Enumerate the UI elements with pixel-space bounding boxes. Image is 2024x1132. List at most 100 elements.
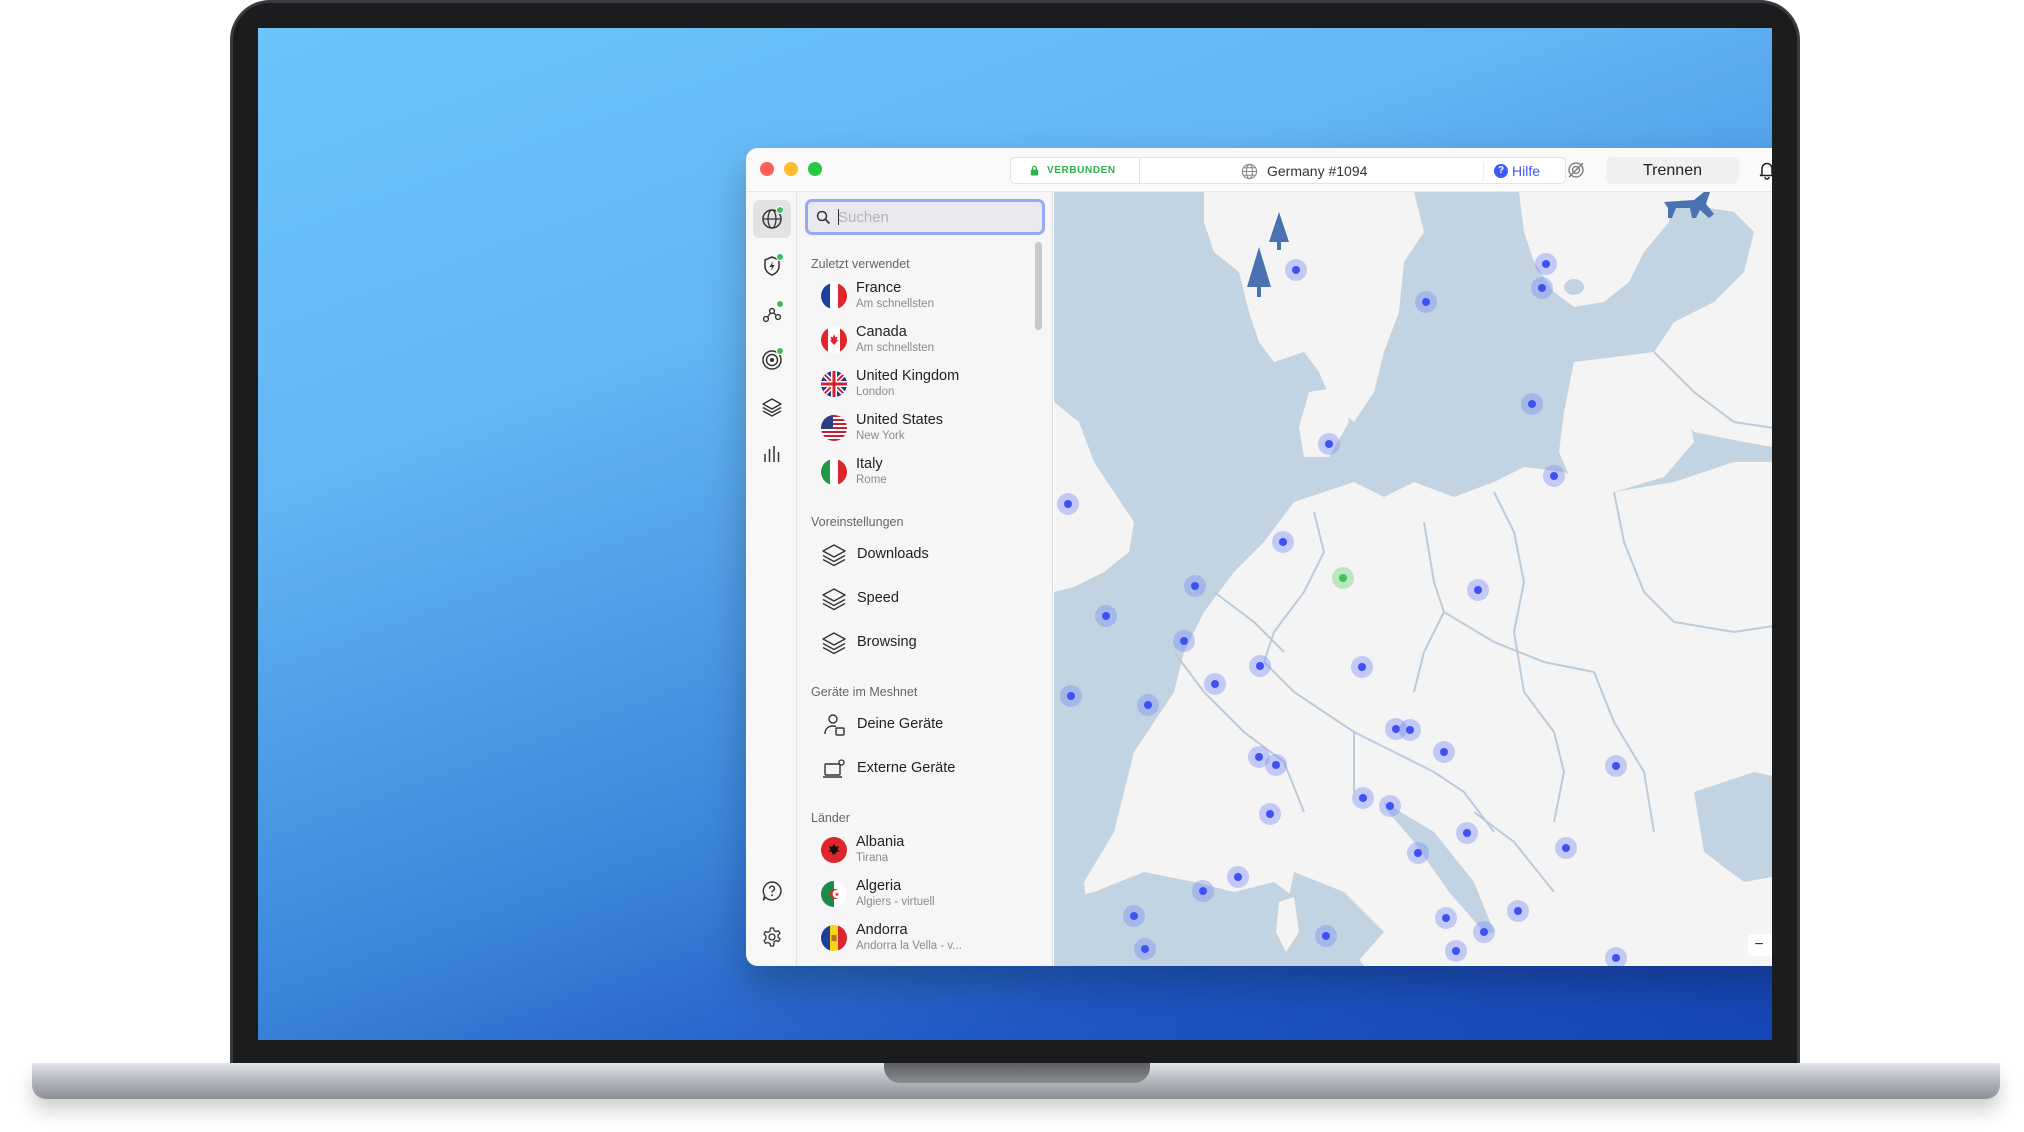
server-pin-bulgaria-east[interactable] — [1555, 837, 1577, 859]
server-pin-france[interactable] — [1137, 694, 1159, 716]
item-detail: Am schnellsten — [856, 298, 934, 310]
list-item-preset-browsing[interactable]: Browsing — [809, 622, 1035, 662]
preset-label: Speed — [857, 590, 899, 606]
server-pin-latvia[interactable] — [1543, 465, 1565, 487]
help-bubble-icon — [762, 881, 782, 901]
item-country: Albania — [856, 834, 905, 850]
server-pin-netherlands[interactable] — [1184, 575, 1206, 597]
status-dot — [776, 206, 784, 214]
disconnect-button[interactable]: Trennen — [1606, 157, 1739, 184]
item-detail: Am schnellsten — [856, 342, 934, 354]
server-pin-germany-north[interactable] — [1272, 531, 1294, 553]
lake — [1564, 279, 1584, 295]
search-input[interactable] — [838, 206, 1028, 228]
status-dot — [776, 253, 784, 261]
list-item-recent-france[interactable]: France Am schnellsten — [809, 276, 1035, 316]
list-item-country-algeria[interactable]: Algeria Algiers - virtuell — [809, 874, 1035, 914]
rail-presets-button[interactable] — [753, 388, 791, 426]
minimize-window-button[interactable] — [784, 162, 798, 176]
scrollbar-thumb[interactable] — [1035, 242, 1042, 330]
list-item-external-devices[interactable]: Externe Geräte — [809, 748, 1035, 788]
connected-server-name: Germany #1094 — [1267, 163, 1368, 179]
server-pin-spain-east[interactable] — [1123, 905, 1145, 927]
item-country: Italy — [856, 456, 883, 472]
globe-icon — [1241, 163, 1258, 180]
zoom-out-button[interactable]: − — [1748, 934, 1770, 956]
list-item-preset-downloads[interactable]: Downloads — [809, 534, 1035, 574]
server-pin-turkey[interactable] — [1605, 947, 1627, 966]
server-pin-liechtenstein[interactable] — [1265, 754, 1287, 776]
server-pin-germany-west[interactable] — [1249, 655, 1271, 677]
text-caret — [838, 209, 839, 225]
server-pin-spain[interactable] — [1134, 938, 1156, 960]
server-pin-north-macedonia[interactable] — [1473, 921, 1495, 943]
meshnet-label: Deine Geräte — [857, 716, 944, 732]
server-pin-estonia[interactable] — [1521, 393, 1543, 415]
france-flag-icon — [821, 283, 847, 309]
external-device-icon — [823, 759, 845, 778]
server-pin-czechia[interactable] — [1351, 656, 1373, 678]
server-map[interactable]: − + — [1054, 192, 1772, 966]
server-pin-albania[interactable] — [1445, 940, 1467, 962]
server-pin-uk[interactable] — [1057, 493, 1079, 515]
navigation-rail — [746, 192, 797, 966]
server-pin-poland[interactable] — [1467, 579, 1489, 601]
list-item-recent-usa[interactable]: United States New York — [809, 408, 1035, 448]
rail-meshnet-button[interactable] — [753, 294, 791, 332]
server-pin-slovakia[interactable] — [1399, 719, 1421, 741]
server-pin-france-south[interactable] — [1192, 880, 1214, 902]
server-pin-uk-south[interactable] — [1095, 605, 1117, 627]
zoom-in-button[interactable]: + — [1770, 934, 1772, 956]
server-pin-finland[interactable] — [1535, 253, 1557, 275]
server-pin-norway[interactable] — [1285, 259, 1307, 281]
server-pin-bulgaria[interactable] — [1507, 900, 1529, 922]
close-window-button[interactable] — [760, 162, 774, 176]
server-pin-luxembourg[interactable] — [1204, 673, 1226, 695]
server-pin-croatia[interactable] — [1379, 795, 1401, 817]
rail-threat-protection-button[interactable] — [753, 247, 791, 285]
rail-statistics-button[interactable] — [753, 435, 791, 473]
list-item-country-albania[interactable]: Albania Tirana — [809, 830, 1035, 870]
server-pin-italy-north[interactable] — [1259, 803, 1281, 825]
land-scandinavia — [1204, 192, 1424, 422]
item-country: Canada — [856, 324, 907, 340]
list-item-country-andorra[interactable]: Andorra Andorra la Vella - v... — [809, 918, 1035, 958]
rail-dark-web-monitor-button[interactable] — [753, 341, 791, 379]
list-item-recent-uk[interactable]: United Kingdom London — [809, 364, 1035, 404]
connection-status-bar: VERBUNDEN Germany #1094 ? Hilfe — [1010, 157, 1566, 184]
threat-protection-icon[interactable] — [1566, 160, 1586, 180]
help-button[interactable]: ? Hilfe — [1483, 162, 1540, 181]
list-item-my-devices[interactable]: Deine Geräte — [809, 704, 1035, 744]
list-item-recent-canada[interactable]: Canada Am schnellsten — [809, 320, 1035, 360]
item-country: United States — [856, 412, 944, 428]
server-pin-bosnia[interactable] — [1407, 842, 1429, 864]
search-box[interactable] — [805, 199, 1045, 235]
server-pin-moldova[interactable] — [1605, 755, 1627, 777]
server-pin-denmark[interactable] — [1318, 433, 1340, 455]
italy-flag-icon — [821, 459, 847, 485]
server-pin-belgium[interactable] — [1173, 630, 1195, 652]
rail-settings-button[interactable] — [753, 918, 791, 956]
server-pin-italy-rome[interactable] — [1315, 925, 1337, 947]
item-detail: Tirana — [856, 852, 889, 864]
server-pin-sweden[interactable] — [1415, 291, 1437, 313]
layers-icon — [822, 588, 846, 611]
rail-countries-button[interactable] — [753, 200, 791, 238]
server-pin-france-west[interactable] — [1060, 685, 1082, 707]
server-pin-slovenia[interactable] — [1352, 787, 1374, 809]
server-pin-serbia[interactable] — [1435, 907, 1457, 929]
sea-bay-of-biscay — [1054, 612, 1114, 722]
server-pin-romania[interactable] — [1456, 822, 1478, 844]
server-pin-hungary[interactable] — [1433, 741, 1455, 763]
map-zoom-controls: − + — [1748, 934, 1772, 956]
rail-support-button[interactable] — [753, 872, 791, 910]
list-item-preset-speed[interactable]: Speed — [809, 578, 1035, 618]
server-pin-germany-connected[interactable] — [1332, 567, 1354, 589]
bell-icon[interactable] — [1758, 160, 1772, 180]
zoom-window-button[interactable] — [808, 162, 822, 176]
server-pin-monaco[interactable] — [1227, 866, 1249, 888]
server-pin-finland-2[interactable] — [1531, 277, 1553, 299]
item-detail: Algiers - virtuell — [856, 896, 935, 908]
connection-status: VERBUNDEN — [1047, 165, 1116, 176]
list-item-recent-italy[interactable]: Italy Rome — [809, 452, 1035, 492]
